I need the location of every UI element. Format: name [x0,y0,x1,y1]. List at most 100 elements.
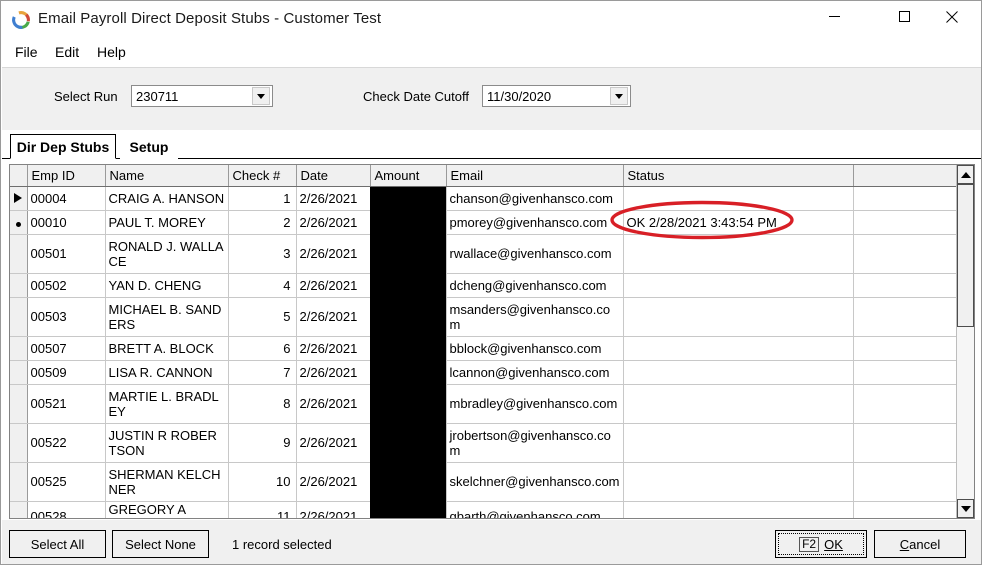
cell-email[interactable]: bblock@givenhansco.com [446,336,623,360]
table-row[interactable]: 00528GREGORY A BARTH112/26/2021gbarth@gi… [10,501,962,519]
cell-date[interactable]: 2/26/2021 [296,336,370,360]
column-header-date[interactable]: Date [296,165,370,186]
cell-name[interactable]: SHERMAN KELCHNER [105,462,228,501]
ok-button[interactable]: F2 OK [775,530,867,558]
cell-emp-id[interactable]: 00521 [27,384,105,423]
cell-name[interactable]: LISA R. CANNON [105,360,228,384]
cell-name[interactable]: RONALD J. WALLACE [105,234,228,273]
cell-email[interactable]: pmorey@givenhansco.com [446,210,623,234]
menu-item-help[interactable]: Help [91,42,132,62]
table-row[interactable]: 00501RONALD J. WALLACE32/26/2021 rwallace… [10,234,962,273]
cell-date[interactable]: 2/26/2021 [296,501,370,519]
row-marker[interactable] [10,336,27,360]
cell-email[interactable]: gbarth@givenhansco.com [446,501,623,519]
cell-date[interactable]: 2/26/2021 [296,462,370,501]
cell-email[interactable]: mbradley@givenhansco.com [446,384,623,423]
cell-date[interactable]: 2/26/2021 [296,423,370,462]
cell-email[interactable]: skelchner@givenhansco.com [446,462,623,501]
select-run-dropdown[interactable]: 230711 [131,85,273,107]
cell-name[interactable]: CRAIG A. HANSON [105,186,228,210]
cell-date[interactable]: 2/26/2021 [296,384,370,423]
table-row[interactable]: 00503MICHAEL B. SANDERS52/26/2021 msander… [10,297,962,336]
cell-status[interactable] [623,186,853,210]
cell-name[interactable]: PAUL T. MOREY [105,210,228,234]
cell-emp-id[interactable]: 00507 [27,336,105,360]
cell-status[interactable] [623,360,853,384]
cell-check-no[interactable]: 8 [228,384,296,423]
cell-emp-id[interactable]: 00528 [27,501,105,519]
cell-emp-id[interactable]: 00525 [27,462,105,501]
menu-item-edit[interactable]: Edit [49,42,85,62]
row-marker[interactable] [10,360,27,384]
cell-status[interactable] [623,336,853,360]
cell-name[interactable]: MICHAEL B. SANDERS [105,297,228,336]
cell-email[interactable]: rwallace@givenhansco.com [446,234,623,273]
maximize-button[interactable] [881,1,927,32]
cell-check-no[interactable]: 3 [228,234,296,273]
cell-check-no[interactable]: 4 [228,273,296,297]
row-marker[interactable] [10,462,27,501]
table-row[interactable]: 00004CRAIG A. HANSON12/26/2021chanson@gi… [10,186,962,210]
column-header-name[interactable]: Name [105,165,228,186]
cell-name[interactable]: MARTIE L. BRADLEY [105,384,228,423]
cell-status[interactable] [623,273,853,297]
cell-emp-id[interactable]: 00509 [27,360,105,384]
cell-status[interactable] [623,423,853,462]
scrollbar-thumb[interactable] [957,184,974,327]
cell-check-no[interactable]: 6 [228,336,296,360]
table-row[interactable]: 00522JUSTIN R ROBERTSON92/26/2021jrobert… [10,423,962,462]
cell-name[interactable]: JUSTIN R ROBERTSON [105,423,228,462]
cell-check-no[interactable]: 7 [228,360,296,384]
cell-status[interactable] [623,234,853,273]
cell-name[interactable]: BRETT A. BLOCK [105,336,228,360]
row-marker[interactable] [10,297,27,336]
row-marker[interactable] [10,501,27,519]
scroll-down-button[interactable] [957,499,974,518]
table-row[interactable]: 00010PAUL T. MOREY22/26/2021 pmorey@given… [10,210,962,234]
row-marker[interactable] [10,234,27,273]
row-marker[interactable] [10,273,27,297]
row-marker[interactable] [10,384,27,423]
cell-email[interactable]: chanson@givenhansco.com [446,186,623,210]
cell-emp-id[interactable]: 00010 [27,210,105,234]
cell-check-no[interactable]: 2 [228,210,296,234]
table-row[interactable]: 00507BRETT A. BLOCK62/26/2021 bblock@give… [10,336,962,360]
cell-email[interactable]: msanders@givenhansco.com [446,297,623,336]
row-marker[interactable] [10,423,27,462]
cell-status[interactable] [623,384,853,423]
cell-check-no[interactable]: 1 [228,186,296,210]
cell-name[interactable]: GREGORY A BARTH [105,501,228,519]
cell-check-no[interactable]: 10 [228,462,296,501]
cell-status[interactable] [623,501,853,519]
cell-date[interactable]: 2/26/2021 [296,210,370,234]
cell-check-no[interactable]: 9 [228,423,296,462]
table-row[interactable]: 00502YAN D. CHENG42/26/2021dcheng@givenh… [10,273,962,297]
row-current-marker[interactable] [10,186,27,210]
scroll-up-button[interactable] [957,165,974,184]
column-header-status[interactable]: Status [623,165,853,186]
close-button[interactable] [929,1,975,32]
check-date-cutoff-dropdown[interactable]: 11/30/2020 [482,85,631,107]
cell-status[interactable] [623,297,853,336]
table-row[interactable]: 00521MARTIE L. BRADLEY82/26/2021 mbradley… [10,384,962,423]
column-header-amount[interactable]: Amount [370,165,446,186]
cell-email[interactable]: dcheng@givenhansco.com [446,273,623,297]
cell-emp-id[interactable]: 00502 [27,273,105,297]
tab-dir-dep-stubs[interactable]: Dir Dep Stubs [10,134,116,159]
cell-status[interactable] [623,462,853,501]
cell-date[interactable]: 2/26/2021 [296,273,370,297]
cell-date[interactable]: 2/26/2021 [296,234,370,273]
minimize-button[interactable] [811,1,857,32]
table-row[interactable]: 00509LISA R. CANNON72/26/2021lcannon@giv… [10,360,962,384]
row-selected-marker[interactable] [10,210,27,234]
column-header-emp-id[interactable]: Emp ID [27,165,105,186]
cell-email[interactable]: lcannon@givenhansco.com [446,360,623,384]
cell-emp-id[interactable]: 00501 [27,234,105,273]
select-all-button[interactable]: Select All [9,530,106,558]
grid-vertical-scrollbar[interactable] [956,165,974,518]
cancel-button[interactable]: Cancel [874,530,966,558]
cell-check-no[interactable]: 5 [228,297,296,336]
cell-emp-id[interactable]: 00503 [27,297,105,336]
cell-date[interactable]: 2/26/2021 [296,297,370,336]
cell-emp-id[interactable]: 00004 [27,186,105,210]
